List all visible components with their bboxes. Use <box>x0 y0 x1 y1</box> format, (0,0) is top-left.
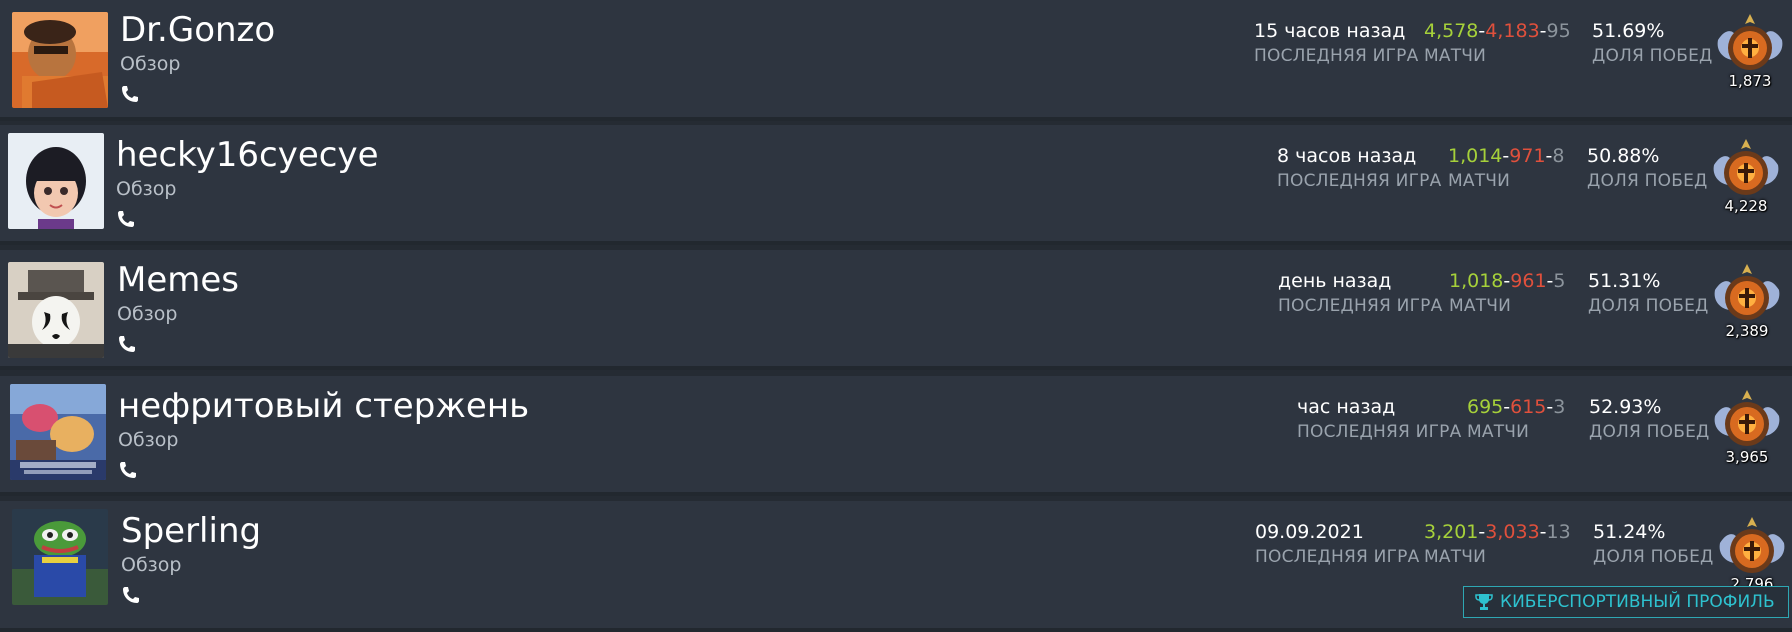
matches-stat: 4,578-4,183-95 МАТЧИ <box>1424 18 1571 68</box>
phone-icon <box>118 211 134 227</box>
leaderboard-rank: 4,228 <box>1724 197 1768 215</box>
wins-count: 4,578 <box>1424 20 1479 42</box>
trophy-icon <box>1475 594 1493 610</box>
last-game-label: ПОСЛЕДНЯЯ ИГРА <box>1255 547 1420 567</box>
abandons-count: 13 <box>1546 521 1571 543</box>
rank-medal-icon: 1,873 <box>1714 10 1786 90</box>
matches-label: МАТЧИ <box>1467 422 1530 442</box>
losses-count: 971 <box>1509 145 1546 167</box>
player-avatar[interactable] <box>8 262 104 358</box>
matches-stat: 695-615-3 МАТЧИ <box>1467 394 1565 444</box>
matches-label: МАТЧИ <box>1424 547 1487 567</box>
player-row: нефритовый стержень Обзор час назад ПОСЛ… <box>0 376 1792 496</box>
matches-label: МАТЧИ <box>1448 171 1511 191</box>
last-game-value: день назад <box>1278 270 1392 292</box>
esports-profile-label: КИБЕРСПОРТИВНЫЙ ПРОФИЛЬ <box>1500 592 1775 612</box>
wins-count: 1,018 <box>1449 270 1504 292</box>
player-avatar[interactable] <box>10 384 106 480</box>
abandons-count: 8 <box>1552 145 1565 167</box>
last-game-label: ПОСЛЕДНЯЯ ИГРА <box>1278 296 1443 316</box>
matches-record: 1,014-971-8 <box>1448 145 1565 167</box>
player-avatar[interactable] <box>12 12 108 108</box>
player-row: hecky16cyecye Обзор 8 часов назад ПОСЛЕД… <box>0 125 1792 245</box>
player-avatar[interactable] <box>8 133 104 229</box>
matches-label: МАТЧИ <box>1424 46 1487 66</box>
abandons-count: 3 <box>1553 396 1566 418</box>
last-game-value: 15 часов назад <box>1254 20 1406 42</box>
matches-stat: 1,014-971-8 МАТЧИ <box>1448 143 1564 193</box>
abandons-count: 5 <box>1553 270 1566 292</box>
winrate-stat: 50.88% ДОЛЯ ПОБЕД <box>1587 143 1708 193</box>
winrate-value: 50.88% <box>1587 145 1660 167</box>
last-game-label: ПОСЛЕДНЯЯ ИГРА <box>1254 46 1419 66</box>
player-row: Dr.Gonzo Обзор 15 часов назад ПОСЛЕДНЯЯ … <box>0 0 1792 121</box>
player-avatar[interactable] <box>12 509 108 605</box>
player-row: Memes Обзор день назад ПОСЛЕДНЯЯ ИГРА 1,… <box>0 250 1792 370</box>
wins-count: 3,201 <box>1424 521 1479 543</box>
winrate-label: ДОЛЯ ПОБЕД <box>1589 422 1710 442</box>
matches-record: 3,201-3,033-13 <box>1424 521 1571 543</box>
winrate-value: 51.24% <box>1593 521 1666 543</box>
player-name[interactable]: Dr.Gonzo <box>120 8 275 52</box>
leaderboard-rank: 1,873 <box>1728 72 1772 90</box>
leaderboard-rank: 3,965 <box>1725 448 1769 466</box>
phone-icon <box>122 86 138 102</box>
last-game-value: час назад <box>1297 396 1396 418</box>
last-game-label: ПОСЛЕДНЯЯ ИГРА <box>1297 422 1462 442</box>
winrate-label: ДОЛЯ ПОБЕД <box>1593 547 1714 567</box>
losses-count: 3,033 <box>1485 521 1540 543</box>
matches-stat: 3,201-3,033-13 МАТЧИ <box>1424 519 1571 569</box>
winrate-value: 52.93% <box>1589 396 1662 418</box>
overview-link[interactable]: Обзор <box>120 52 180 76</box>
winrate-value: 51.31% <box>1588 270 1661 292</box>
overview-link[interactable]: Обзор <box>121 553 181 577</box>
phone-icon <box>119 336 135 352</box>
winrate-label: ДОЛЯ ПОБЕД <box>1592 46 1713 66</box>
winrate-label: ДОЛЯ ПОБЕД <box>1587 171 1708 191</box>
rank-medal-icon: 2,389 <box>1711 260 1783 340</box>
rank-medal-icon: 3,965 <box>1711 386 1783 466</box>
losses-count: 615 <box>1510 396 1547 418</box>
last-game-stat: час назад ПОСЛЕДНЯЯ ИГРА <box>1297 394 1461 444</box>
rank-medal-icon: 4,228 <box>1710 135 1782 215</box>
matches-record: 4,578-4,183-95 <box>1424 20 1571 42</box>
winrate-stat: 51.31% ДОЛЯ ПОБЕД <box>1588 268 1709 318</box>
overview-link[interactable]: Обзор <box>118 428 178 452</box>
winrate-label: ДОЛЯ ПОБЕД <box>1588 296 1709 316</box>
player-name[interactable]: hecky16cyecye <box>116 133 379 177</box>
wins-count: 695 <box>1467 396 1504 418</box>
leaderboard-rank: 2,389 <box>1725 322 1769 340</box>
player-name[interactable]: Memes <box>117 258 239 302</box>
last-game-value: 8 часов назад <box>1277 145 1417 167</box>
last-game-stat: 8 часов назад ПОСЛЕДНЯЯ ИГРА <box>1277 143 1441 193</box>
wins-count: 1,014 <box>1448 145 1503 167</box>
overview-link[interactable]: Обзор <box>117 302 177 326</box>
last-game-label: ПОСЛЕДНЯЯ ИГРА <box>1277 171 1442 191</box>
matches-record: 695-615-3 <box>1467 396 1566 418</box>
matches-stat: 1,018-961-5 МАТЧИ <box>1449 268 1565 318</box>
last-game-stat: 15 часов назад ПОСЛЕДНЯЯ ИГРА <box>1254 18 1418 68</box>
matches-label: МАТЧИ <box>1449 296 1512 316</box>
player-name[interactable]: Sperling <box>121 509 261 553</box>
esports-profile-button[interactable]: КИБЕРСПОРТИВНЫЙ ПРОФИЛЬ <box>1463 586 1789 618</box>
winrate-stat: 52.93% ДОЛЯ ПОБЕД <box>1589 394 1710 444</box>
abandons-count: 95 <box>1546 20 1571 42</box>
overview-link[interactable]: Обзор <box>116 177 176 201</box>
last-game-value: 09.09.2021 <box>1255 521 1364 543</box>
losses-count: 961 <box>1510 270 1547 292</box>
player-list: Dr.Gonzo Обзор 15 часов назад ПОСЛЕДНЯЯ … <box>0 0 1792 632</box>
matches-record: 1,018-961-5 <box>1449 270 1566 292</box>
winrate-value: 51.69% <box>1592 20 1665 42</box>
winrate-stat: 51.24% ДОЛЯ ПОБЕД <box>1593 519 1714 569</box>
phone-icon <box>120 462 136 478</box>
player-name[interactable]: нефритовый стержень <box>118 384 529 428</box>
winrate-stat: 51.69% ДОЛЯ ПОБЕД <box>1592 18 1713 68</box>
phone-icon <box>123 587 139 603</box>
losses-count: 4,183 <box>1485 20 1540 42</box>
last-game-stat: день назад ПОСЛЕДНЯЯ ИГРА <box>1278 268 1442 318</box>
last-game-stat: 09.09.2021 ПОСЛЕДНЯЯ ИГРА <box>1255 519 1419 569</box>
rank-medal-icon: 2,796 <box>1716 513 1788 593</box>
